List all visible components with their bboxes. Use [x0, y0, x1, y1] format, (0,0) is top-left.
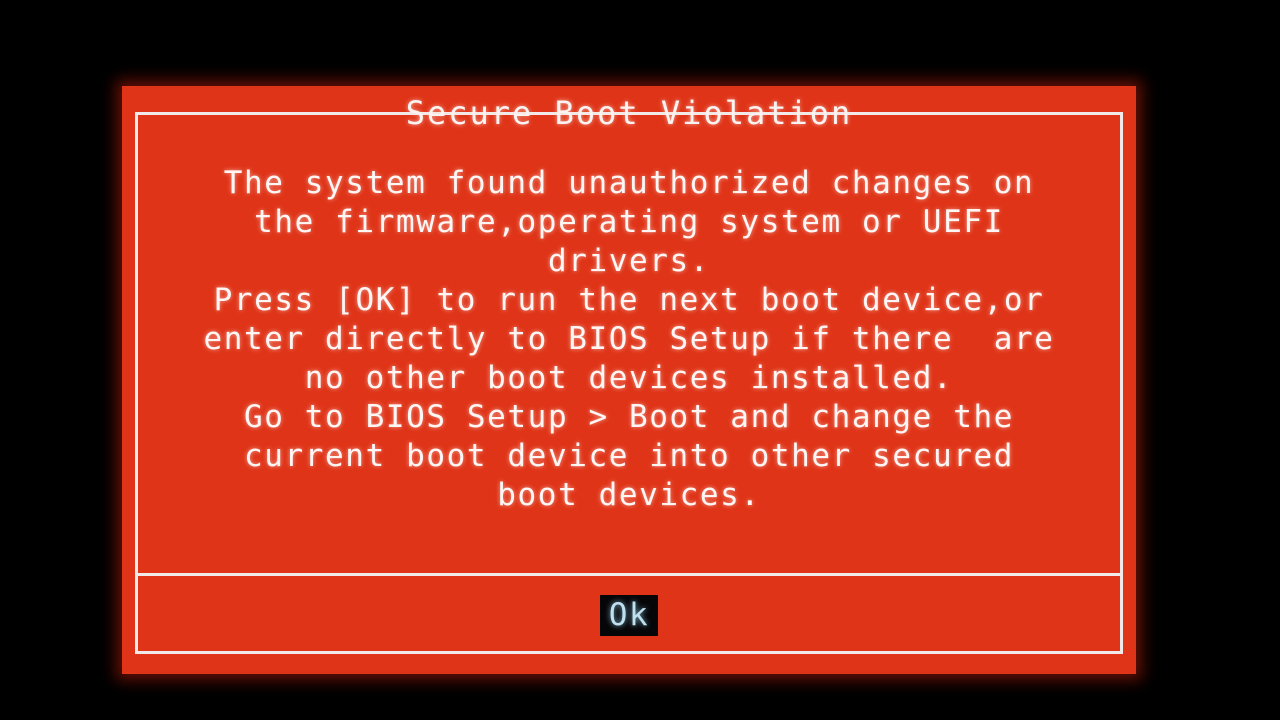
- dialog-button-bar: Ok: [138, 576, 1120, 654]
- message-line: boot devices.: [497, 477, 761, 513]
- ok-button[interactable]: Ok: [599, 594, 659, 636]
- message-line: no other boot devices installed.: [304, 360, 954, 396]
- message-line: Go to BIOS Setup > Boot and change the: [243, 399, 1014, 435]
- message-line: current boot device into other secured: [243, 438, 1014, 474]
- title-rule-right: [868, 111, 1124, 115]
- dialog-title: Secure Boot Violation: [405, 94, 853, 132]
- message-line: The system found unauthorized changes on: [223, 165, 1035, 201]
- title-rule-left: [135, 111, 390, 115]
- secure-boot-violation-dialog: Secure Boot Violation The system found u…: [122, 86, 1136, 674]
- message-line: the firmware,operating system or UEFI: [254, 204, 1004, 240]
- message-line: drivers.: [547, 243, 711, 279]
- dialog-message-body: The system found unauthorized changes on…: [136, 164, 1122, 515]
- message-line: enter directly to BIOS Setup if there ar…: [203, 321, 1055, 357]
- dialog-title-bar: Secure Boot Violation: [135, 94, 1124, 132]
- bios-screen: Secure Boot Violation The system found u…: [0, 0, 1280, 720]
- message-line: Press [OK] to run the next boot device,o…: [213, 282, 1045, 318]
